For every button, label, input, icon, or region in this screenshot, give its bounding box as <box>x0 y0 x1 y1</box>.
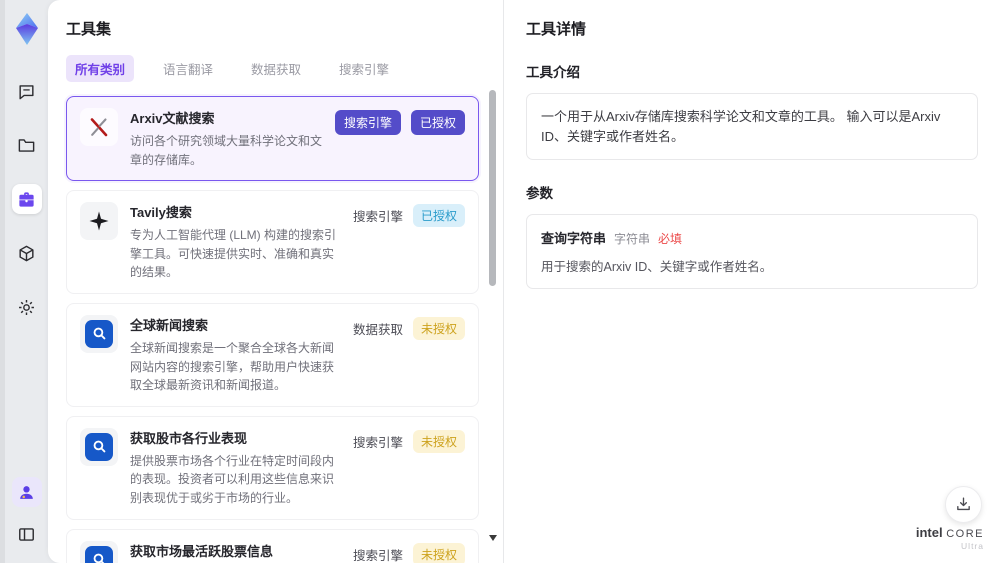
chat-icon[interactable] <box>12 76 42 106</box>
tool-desc: 专为人工智能代理 (LLM) 构建的搜索引擎工具。可快速提供实时、准确和真实的结… <box>130 228 337 280</box>
tab-1[interactable]: 语言翻译 <box>154 55 222 82</box>
intel-core-logo: intel core Ultra <box>916 526 984 551</box>
tool-desc: 提供股票市场各个行业在特定时间段内的表现。投资者可以利用这些信息来识别表现优于或… <box>130 453 335 505</box>
tool-auth-badge: 未授权 <box>412 429 465 453</box>
tool-auth-badge: 未授权 <box>412 542 465 563</box>
tool-list-item[interactable]: 获取市场最活跃股票信息 提供当天交易量最高的股票列表，投资者可以利用这些信息来识… <box>66 528 479 563</box>
tab-2[interactable]: 数据获取 <box>242 55 310 82</box>
user-icon[interactable] <box>11 477 42 507</box>
tool-name: 获取股市各行业表现 <box>130 430 248 446</box>
search-blue-icon <box>80 427 118 466</box>
detail-title: 工具详情 <box>526 21 587 38</box>
param-desc: 用于搜索的Arxiv ID、关键字或作者姓名。 <box>541 260 773 274</box>
sidebar-nav <box>11 76 42 322</box>
tool-name: Arxiv文献搜索 <box>130 111 215 126</box>
download-button[interactable] <box>945 486 982 523</box>
param-box: 查询字符串 字符串 必填 用于搜索的Arxiv ID、关键字或作者姓名。 <box>526 214 978 289</box>
tab-0[interactable]: 所有类别 <box>66 55 135 82</box>
param-type: 字符串 <box>614 232 651 246</box>
page-title: 工具集 <box>66 21 112 38</box>
main-panel: 工具集 所有类别 语言翻译 数据获取 搜索引擎 Arxiv文献搜索 访问各个研究领域大… <box>48 0 1000 563</box>
scrollbar[interactable] <box>489 86 497 555</box>
params-heading: 参数 <box>526 186 553 201</box>
folder-icon[interactable] <box>12 130 42 160</box>
tool-name: Tavily搜索 <box>130 205 192 221</box>
tool-desc: 全球新闻搜索是一个聚合全球各大新闻网站内容的搜索引擎，帮助用户快速获取全球最新资… <box>130 340 335 393</box>
app-logo[interactable] <box>12 12 42 46</box>
tool-category: 搜索引擎 <box>352 210 403 225</box>
intel-text: intel <box>915 525 943 541</box>
param-name: 查询字符串 <box>541 231 607 246</box>
intro-heading: 工具介绍 <box>526 65 580 80</box>
tool-auth-badge: 已授权 <box>410 110 465 135</box>
tool-category: 搜索引擎 <box>352 548 403 563</box>
tool-name: 获取市场最活跃股票信息 <box>130 543 274 559</box>
tool-category: 搜索引擎 <box>334 110 401 135</box>
intro-box: 一个用于从Arxiv存储库搜索科学论文和文章的工具。 输入可以是Arxiv ID… <box>526 93 978 160</box>
search-blue-icon <box>80 314 118 353</box>
tool-list-item[interactable]: Tavily搜索 专为人工智能代理 (LLM) 构建的搜索引擎工具。可快速提供实… <box>66 190 479 294</box>
panel-toggle-icon[interactable] <box>12 519 42 549</box>
package-icon[interactable] <box>12 238 42 268</box>
core-text: core <box>946 528 984 541</box>
tool-category: 数据获取 <box>352 322 403 337</box>
search-blue-icon <box>80 540 118 563</box>
arxiv-icon <box>80 108 118 146</box>
tool-auth-badge: 未授权 <box>412 316 465 340</box>
tool-list: Arxiv文献搜索 访问各个研究领域大量科学论文和文章的存储库。 搜索引擎 已授… <box>66 96 479 563</box>
tool-list-panel: 工具集 所有类别 语言翻译 数据获取 搜索引擎 Arxiv文献搜索 访问各个研究领域大… <box>48 0 503 563</box>
ultra-text: Ultra <box>961 540 984 551</box>
tool-category: 搜索引擎 <box>352 435 403 450</box>
tool-list-item[interactable]: 获取股市各行业表现 提供股票市场各个行业在特定时间段内的表现。投资者可以利用这些… <box>66 415 479 520</box>
tool-auth-badge: 已授权 <box>412 204 465 228</box>
gear-icon[interactable] <box>12 292 42 322</box>
tab-3[interactable]: 搜索引擎 <box>330 55 398 82</box>
category-tabs: 所有类别 语言翻译 数据获取 搜索引擎 <box>66 55 479 82</box>
briefcase-icon[interactable] <box>11 184 42 214</box>
tool-desc: 访问各个研究领域大量科学论文和文章的存储库。 <box>130 134 323 167</box>
sparkle-icon <box>80 202 118 241</box>
sidebar <box>5 0 48 563</box>
tool-list-item[interactable]: Arxiv文献搜索 访问各个研究领域大量科学论文和文章的存储库。 搜索引擎 已授… <box>66 96 479 182</box>
scroll-down-arrow[interactable] <box>489 535 497 541</box>
tool-name: 全球新闻搜索 <box>130 317 209 333</box>
param-required-flag: 必填 <box>658 232 683 246</box>
tool-detail-panel: 工具详情 工具介绍 一个用于从Arxiv存储库搜索科学论文和文章的工具。 输入可… <box>504 0 1000 563</box>
scrollbar-thumb[interactable] <box>489 90 496 286</box>
sidebar-bottom <box>11 477 42 549</box>
tool-list-item[interactable]: 全球新闻搜索 全球新闻搜索是一个聚合全球各大新闻网站内容的搜索引擎，帮助用户快速… <box>66 302 479 407</box>
